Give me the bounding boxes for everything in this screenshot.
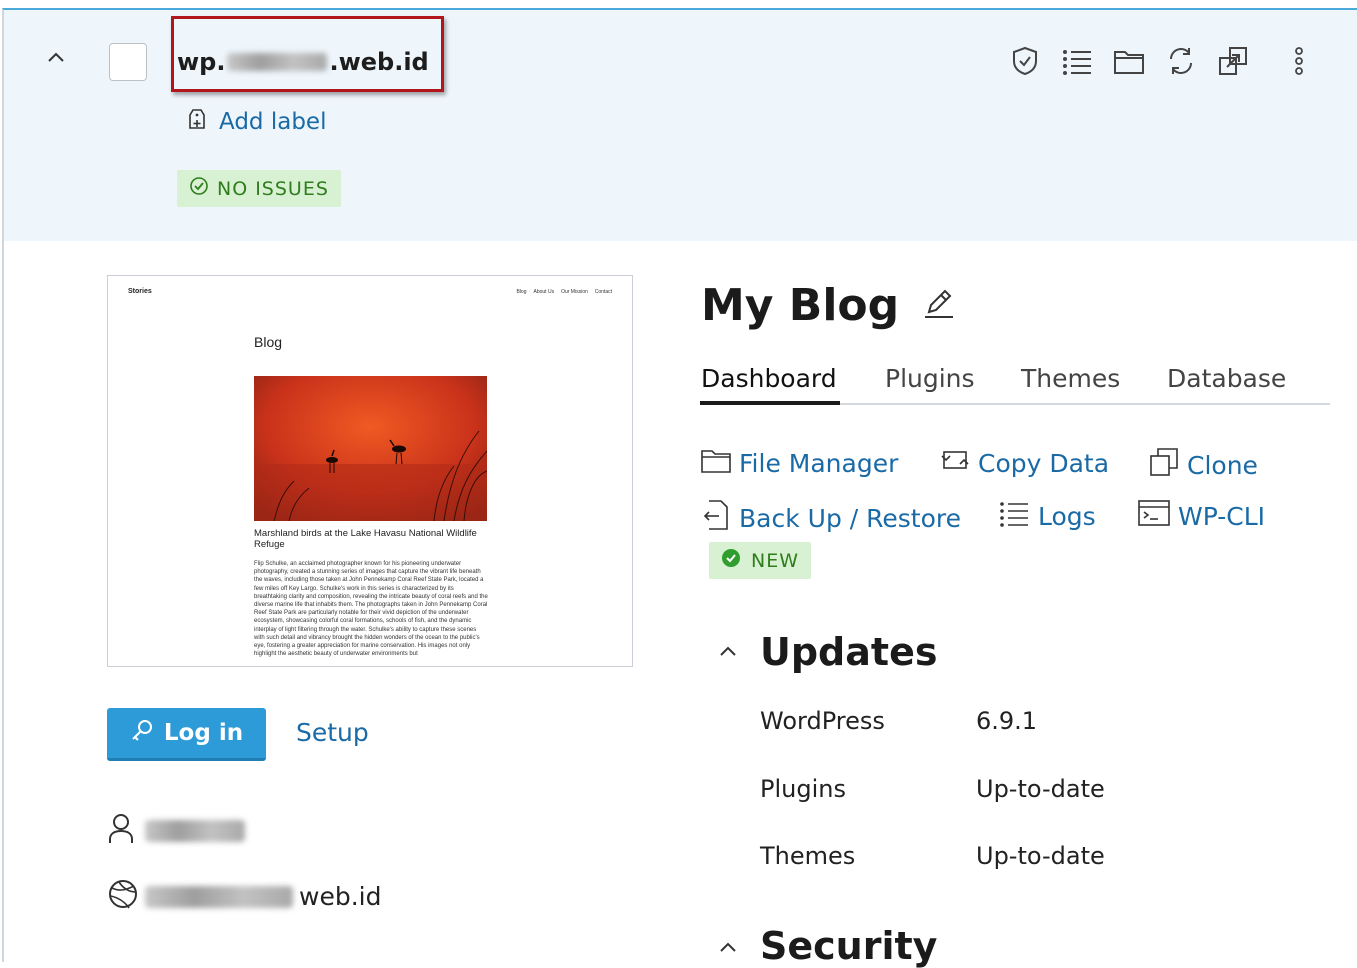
sync-icon[interactable] (1163, 43, 1199, 79)
clone-icon (1149, 447, 1179, 483)
tag-plus-icon (187, 107, 207, 136)
collapse-chevron-icon[interactable] (46, 48, 66, 69)
key-icon (130, 718, 154, 748)
check-circle-filled-icon (721, 548, 741, 573)
site-card: wp. .web.id Add label NO ISSUES Stories … (2, 8, 1357, 968)
site-title-row: My Blog (701, 280, 955, 331)
more-menu-icon[interactable] (1281, 43, 1317, 79)
preview-nav-item: Our Mission (561, 289, 588, 295)
updates-heading: Updates (760, 630, 938, 674)
terminal-icon (1138, 499, 1170, 533)
copy-data-label: Copy Data (978, 448, 1110, 478)
tab-plugins[interactable]: Plugins (885, 364, 975, 393)
logs-label: Logs (1038, 501, 1096, 531)
setup-link[interactable]: Setup (296, 718, 369, 747)
site-url[interactable]: web.id (107, 878, 381, 915)
site-domain[interactable]: wp. .web.id (177, 44, 429, 80)
update-row-value: Up-to-date (976, 775, 1105, 803)
tab-database[interactable]: Database (1167, 364, 1286, 393)
logs-link[interactable]: Logs (998, 499, 1096, 533)
wp-cli-label: WP-CLI (1178, 501, 1266, 531)
status-badge-text: NO ISSUES (217, 177, 329, 200)
copy-data-icon (940, 447, 970, 479)
edit-pencil-icon[interactable] (923, 286, 955, 325)
tab-themes[interactable]: Themes (1021, 364, 1120, 393)
update-row-name: WordPress (760, 707, 885, 735)
file-manager-label: File Manager (739, 448, 899, 478)
security-heading: Security (760, 924, 938, 968)
preview-body-text: Flip Schulke, an acclaimed photographer … (254, 561, 488, 658)
backup-icon (701, 499, 731, 537)
domain-prefix: wp. (177, 48, 226, 76)
globe-icon (107, 878, 139, 915)
preview-heading: Blog (254, 334, 283, 350)
status-badge: NO ISSUES (177, 170, 341, 207)
add-label-text: Add label (219, 108, 327, 135)
update-row-value: Up-to-date (976, 842, 1105, 870)
redacted-text (227, 53, 328, 71)
log-in-button[interactable]: Log in (107, 708, 266, 761)
copy-data-link[interactable]: Copy Data (940, 447, 1109, 479)
site-title: My Blog (701, 280, 900, 331)
add-label-link[interactable]: Add label (187, 107, 326, 136)
redacted-username (145, 819, 245, 842)
site-header: wp. .web.id Add label NO ISSUES (4, 10, 1357, 241)
site-user (107, 812, 247, 849)
wp-cli-link[interactable]: WP-CLI (1138, 499, 1265, 533)
update-row-name: Plugins (760, 775, 846, 803)
back-up-restore-label: Back Up / Restore (739, 503, 961, 533)
preview-nav-item: Contact (594, 289, 612, 295)
preview-hero-image (254, 376, 487, 521)
clone-label: Clone (1187, 450, 1258, 480)
new-badge: NEW (709, 542, 812, 579)
updates-chevron-icon[interactable] (718, 644, 738, 663)
tab-dashboard[interactable]: Dashboard (701, 364, 837, 393)
check-circle-icon (189, 176, 209, 201)
shield-check-icon[interactable] (1007, 43, 1043, 79)
file-manager-link[interactable]: File Manager (701, 447, 898, 479)
preview-caption: Marshland birds at the Lake Havasu Natio… (254, 528, 477, 550)
select-checkbox[interactable] (109, 43, 147, 81)
folder-icon (701, 447, 731, 479)
preview-nav: Blog About Us Our Mission Contact (516, 289, 612, 295)
clone-link[interactable]: Clone (1149, 447, 1258, 483)
domain-suffix: .web.id (329, 48, 429, 76)
header-toolbar (1007, 43, 1317, 79)
folder-icon[interactable] (1111, 43, 1147, 79)
site-url-suffix: web.id (299, 882, 382, 911)
update-row-name: Themes (760, 842, 856, 870)
log-in-label: Log in (163, 720, 244, 746)
back-up-restore-link[interactable]: Back Up / Restore (701, 499, 961, 537)
active-tab-indicator (700, 401, 840, 405)
new-badge-text: NEW (751, 549, 800, 572)
list-icon (998, 499, 1030, 533)
security-chevron-icon[interactable] (718, 940, 738, 959)
preview-nav-item: About Us (533, 289, 555, 295)
user-icon (107, 812, 135, 849)
redacted-url (145, 885, 293, 908)
preview-site-name: Stories (128, 288, 152, 295)
site-preview[interactable]: Stories Blog About Us Our Mission Contac… (107, 275, 633, 667)
preview-nav-item: Blog (516, 289, 527, 295)
open-external-icon[interactable] (1215, 43, 1251, 79)
update-row-value: 6.9.1 (976, 707, 1038, 735)
list-icon[interactable] (1059, 43, 1095, 79)
